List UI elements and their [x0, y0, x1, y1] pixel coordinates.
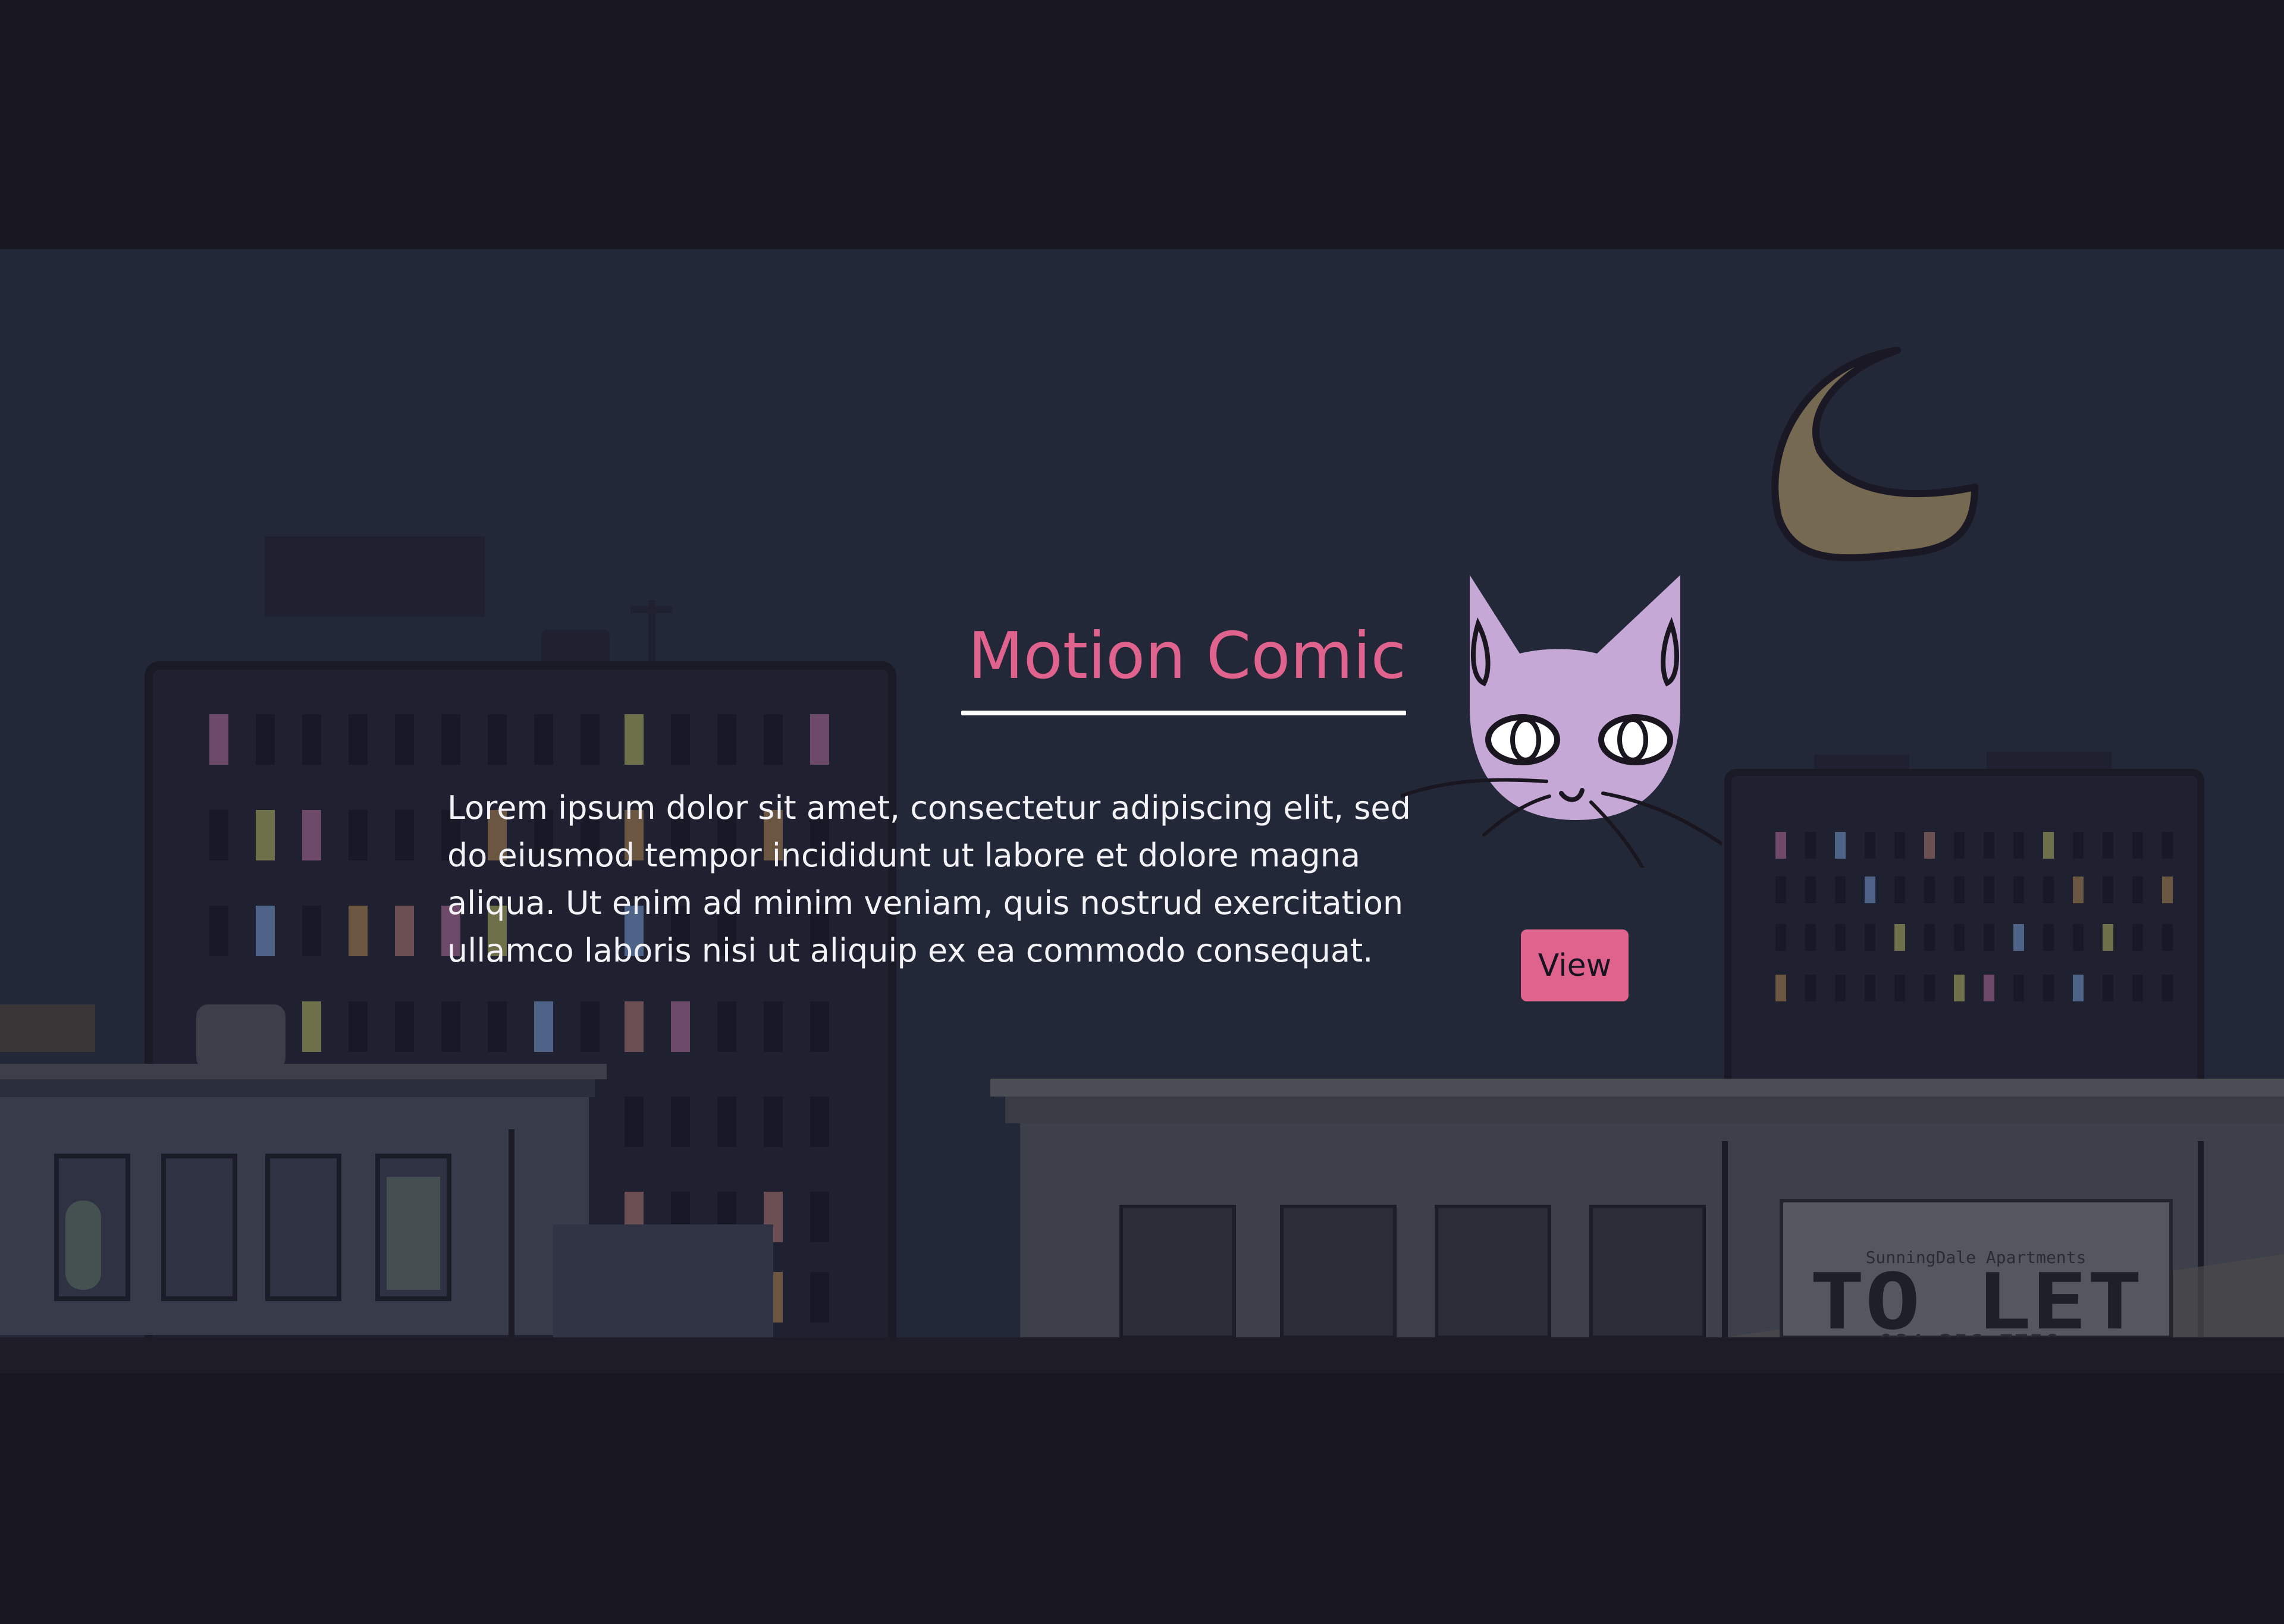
cat-head-icon: [1401, 575, 1722, 868]
hero-banner: SunningDale Apartments TO LET 084 356 77…: [0, 249, 2284, 1373]
page-title: Motion Comic: [968, 619, 1406, 693]
title-divider: [961, 710, 1406, 715]
right-tower: [1724, 752, 2204, 1097]
view-button[interactable]: View: [1521, 929, 1629, 1001]
page: SunningDale Apartments TO LET 084 356 77…: [0, 0, 2284, 1624]
hero-description: Lorem ipsum dolor sit amet, consectetur …: [447, 789, 1411, 969]
title-block: Motion Comic: [961, 618, 1406, 715]
